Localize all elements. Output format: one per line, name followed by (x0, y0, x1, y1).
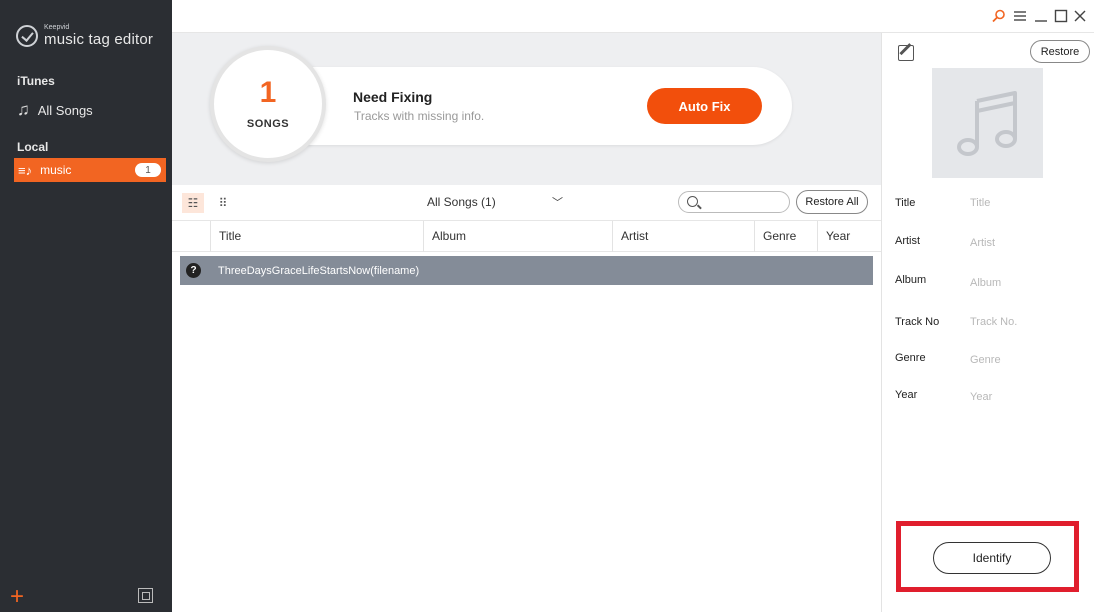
search-icon (687, 196, 698, 207)
identify-highlight-frame: Identify (896, 521, 1079, 592)
album-field[interactable]: Album (970, 277, 1001, 289)
minimize-icon[interactable] (1034, 9, 1048, 23)
column-album[interactable]: Album (423, 221, 612, 252)
title-field[interactable]: Title (970, 197, 990, 209)
artist-field[interactable]: Artist (970, 237, 995, 249)
magnifier-icon[interactable] (992, 9, 1006, 23)
song-count-circle: 1 SONGS (210, 46, 326, 162)
hamburger-icon[interactable] (1013, 9, 1027, 23)
edit-icon[interactable] (898, 45, 914, 61)
sidebar-item-all-songs[interactable]: ♫ All Songs (17, 100, 93, 120)
column-year[interactable]: Year (817, 221, 881, 252)
import-icon[interactable] (138, 588, 153, 603)
restore-button[interactable]: Restore (1030, 40, 1090, 63)
album-label: Album (895, 274, 927, 286)
list-toolbar: ☷ ⠿ All Songs (1) ﹀ Restore All (172, 185, 881, 221)
genre-label: Genre (895, 352, 926, 364)
logo-check-icon (16, 24, 38, 47)
title-bar (172, 0, 1094, 33)
search-box[interactable] (678, 191, 790, 213)
app-logo: Keepvid music tag editor (16, 24, 153, 47)
song-count-unit: SONGS (246, 118, 290, 130)
maximize-icon[interactable] (1054, 9, 1068, 23)
fix-banner: Need Fixing Tracks with missing info. Au… (172, 33, 881, 185)
need-fixing-heading: Need Fixing (353, 89, 433, 105)
column-artist[interactable]: Artist (612, 221, 754, 252)
row-title: ThreeDaysGraceLifeStartsNow(filename) (218, 264, 420, 277)
logo-product: music tag editor (44, 31, 154, 48)
search-input[interactable] (703, 194, 785, 210)
need-fixing-subtext: Tracks with missing info. (354, 109, 485, 123)
genre-field[interactable]: Genre (970, 354, 1001, 366)
year-label: Year (895, 389, 918, 401)
logo-brand: Keepvid (44, 24, 70, 31)
chevron-down-icon[interactable]: ﹀ (552, 194, 563, 210)
table-row[interactable]: ? ThreeDaysGraceLifeStartsNow(filename) (180, 256, 873, 285)
song-count: 1 (259, 76, 277, 109)
section-local: Local (17, 140, 49, 154)
sidebar-item-label: All Songs (37, 102, 93, 118)
list-view-icon[interactable]: ☷ (182, 193, 204, 213)
playlist-icon: ≡♪ (18, 162, 33, 178)
close-icon[interactable] (1073, 9, 1087, 23)
question-icon: ? (186, 263, 201, 278)
grid-view-icon[interactable]: ⠿ (214, 193, 232, 213)
fix-summary-card: Need Fixing Tracks with missing info. Au… (272, 67, 792, 145)
track-no-label: Track No (895, 316, 940, 328)
sidebar: Keepvid music tag editor iTunes ♫ All So… (0, 0, 172, 612)
song-filter-dropdown[interactable]: All Songs (1) (427, 195, 496, 209)
column-title[interactable]: Title (210, 221, 423, 252)
music-note-icon (956, 91, 1017, 156)
count-badge: 1 (135, 163, 161, 177)
music-note-icon: ♫ (17, 100, 30, 119)
sidebar-item-label: music (40, 163, 72, 177)
tag-details-panel: Restore Title Title Artist Artist Album … (881, 33, 1094, 612)
section-itunes: iTunes (17, 74, 55, 88)
song-list: ? ThreeDaysGraceLifeStartsNow(filename) (172, 252, 881, 612)
artist-label: Artist (895, 235, 921, 247)
sidebar-item-music[interactable]: ≡♪ music 1 (14, 158, 166, 182)
column-genre[interactable]: Genre (754, 221, 817, 252)
add-icon[interactable]: + (10, 585, 24, 609)
album-art[interactable] (932, 68, 1043, 178)
title-label: Title (895, 197, 916, 209)
identify-button[interactable]: Identify (933, 542, 1051, 574)
track-no-field[interactable]: Track No. (970, 316, 1017, 328)
restore-all-button[interactable]: Restore All (796, 190, 868, 214)
year-field[interactable]: Year (970, 391, 992, 403)
auto-fix-button[interactable]: Auto Fix (647, 88, 762, 124)
table-header: Title Album Artist Genre Year (172, 221, 881, 252)
